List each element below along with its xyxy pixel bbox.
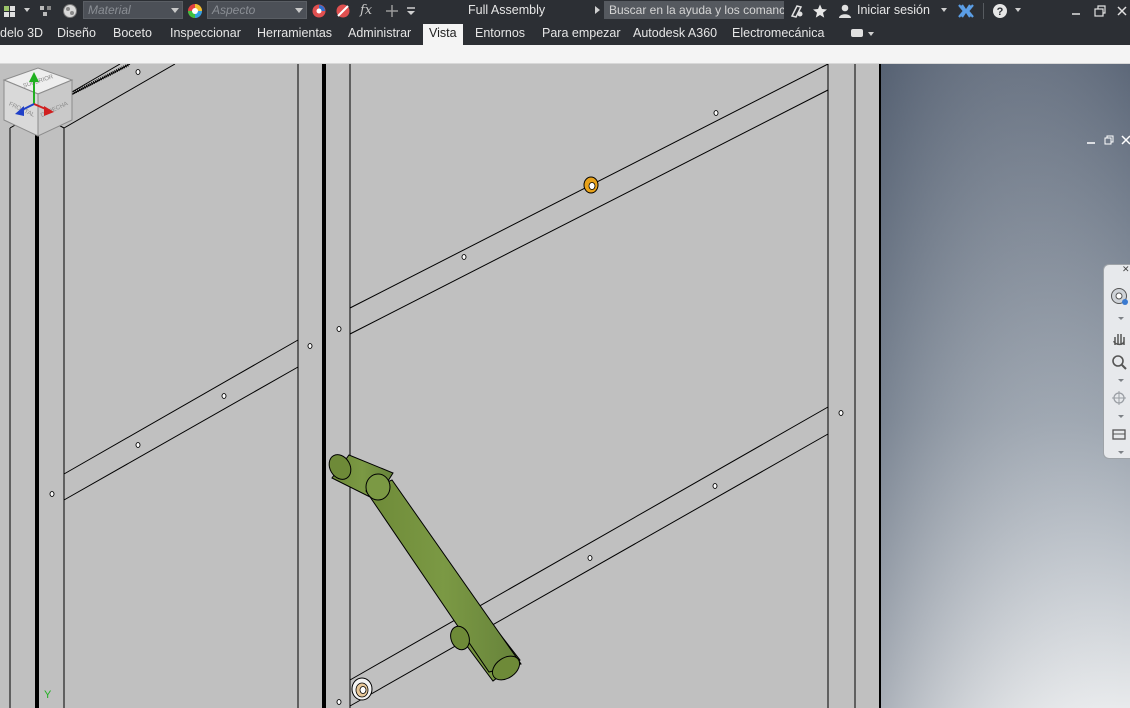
material-combo-text: Material [88,3,131,17]
star-icon[interactable] [812,3,828,19]
chevron-down-icon [171,8,179,13]
restore-icon[interactable] [1090,2,1110,20]
title-bar: Material Aspecto fx Full Assembly Buscar… [0,0,1130,22]
appearance-sphere-icon[interactable] [187,3,203,19]
tab-entornos[interactable]: Entornos [475,26,525,40]
pan-icon[interactable] [1110,329,1128,347]
app-menu-icon[interactable] [3,3,19,19]
tab-administrar[interactable]: Administrar [348,26,411,40]
model-drawing [0,64,1130,708]
tab-modelo-3d[interactable]: delo 3D [0,26,43,40]
appearance-combo[interactable]: Aspecto [207,1,307,19]
chevron-down-icon[interactable] [1118,317,1124,320]
chevron-down-icon [295,8,303,13]
viewport-close-icon[interactable] [1120,134,1130,146]
orbit-icon[interactable] [1110,389,1128,407]
help-search-input[interactable]: Buscar en la ayuda y los comanc [604,1,784,19]
tab-herramientas[interactable]: Herramientas [257,26,332,40]
document-title: Full Assembly [468,3,546,17]
app-menu-dropdown-icon[interactable] [24,8,30,12]
adjust-icon[interactable] [311,3,327,19]
appearance-combo-text: Aspecto [212,3,256,17]
sign-in-dropdown-icon[interactable] [941,8,947,12]
help-dropdown-icon[interactable] [1015,8,1021,12]
viewport-minimize-icon[interactable] [1085,134,1097,146]
fx-icon[interactable]: fx [360,3,376,19]
minimize-icon[interactable] [1066,2,1086,20]
divider [983,3,984,19]
axis-y-label: Y [44,689,52,701]
look-at-icon[interactable] [1110,425,1128,443]
help-search-placeholder: Buscar en la ayuda y los comanc [609,3,784,17]
user-icon[interactable] [837,3,853,19]
tab-diseno[interactable]: Diseño [57,26,96,40]
help-icon[interactable]: ? [992,3,1008,19]
exchange-apps-icon[interactable] [957,3,974,19]
navigation-bar: ✕ [1103,264,1130,459]
panel-display-dropdown-icon[interactable] [868,32,874,36]
ribbon-panel-collapsed [0,45,1130,64]
chevron-down-icon[interactable] [1118,415,1124,418]
plus-icon[interactable] [384,3,400,19]
tab-inspeccionar[interactable]: Inspeccionar [170,26,241,40]
steering-wheel-icon[interactable] [1110,287,1128,305]
tab-electromecanica[interactable]: Electromecánica [732,26,824,40]
viewport-restore-icon[interactable] [1103,134,1115,146]
svg-text:?: ? [997,6,1004,18]
navbar-close-icon[interactable]: ✕ [1122,264,1130,275]
close-icon[interactable] [1112,2,1130,20]
chevron-down-icon[interactable] [1118,379,1124,382]
panel-display-toggle-icon[interactable] [851,29,863,37]
material-combo[interactable]: Material [83,1,183,19]
coordinate-triad [15,72,54,116]
tab-boceto[interactable]: Boceto [113,26,152,40]
chevron-down-icon[interactable] [1118,451,1124,454]
graphics-viewport[interactable]: SUPERIOR FRONTAL DERECHA ✕ Y [0,64,1130,708]
tab-autodesk-a360[interactable]: Autodesk A360 [633,26,717,40]
search-binoculars-icon[interactable] [789,3,805,19]
tab-vista[interactable]: Vista [423,24,463,45]
tab-para-empezar[interactable]: Para empezar [542,26,621,40]
customize-icon[interactable] [405,3,421,19]
sign-in-link[interactable]: Iniciar sesión [857,3,930,17]
clear-override-icon[interactable] [335,3,351,19]
material-sphere-icon[interactable] [62,3,78,19]
zoom-icon[interactable] [1110,353,1128,371]
select-tool-icon[interactable] [38,3,54,19]
chevron-right-icon[interactable] [595,6,600,14]
